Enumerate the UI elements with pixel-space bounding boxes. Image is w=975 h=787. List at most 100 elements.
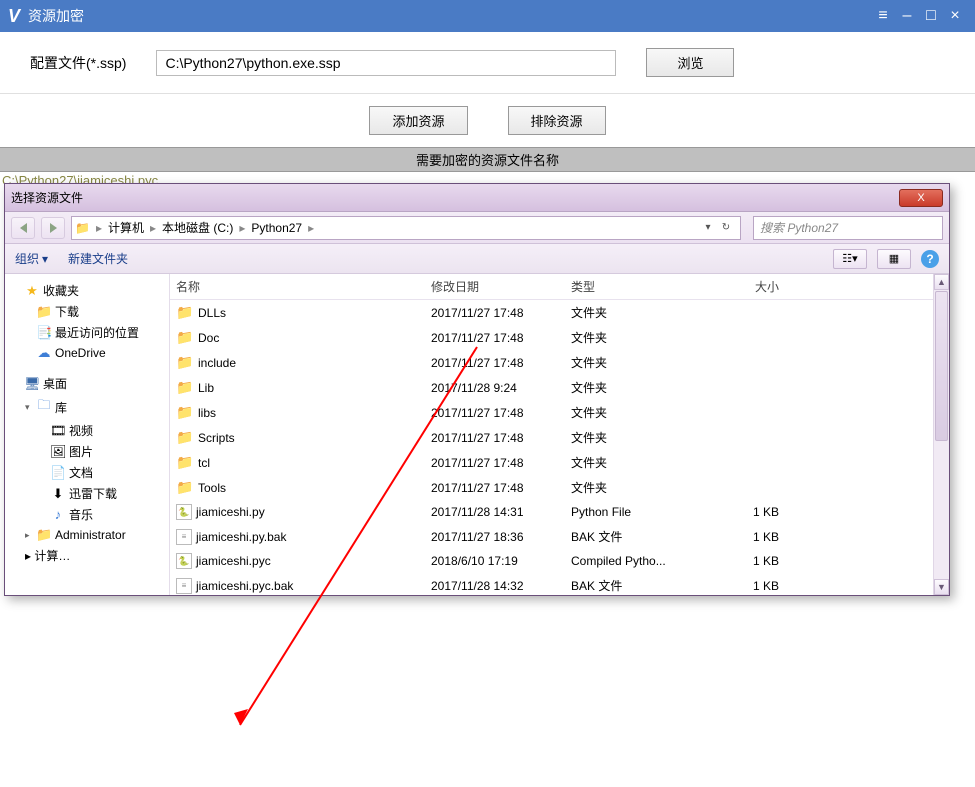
close-button[interactable]: × [943, 7, 967, 25]
tree-recent[interactable]: 📑最近访问的位置 [7, 322, 167, 343]
file-row[interactable]: 📁libs2017/11/27 17:48文件夹 [170, 400, 949, 425]
file-date: 2017/11/28 9:24 [425, 377, 565, 399]
file-name: Scripts [198, 431, 235, 445]
file-size [705, 384, 785, 392]
app-title: 资源加密 [28, 6, 84, 26]
tree-desktop[interactable]: 🖥桌面 [7, 373, 167, 394]
folder-icon: 📁 [176, 354, 194, 371]
file-type: 文件夹 [565, 375, 705, 400]
search-input[interactable]: 搜索 Python27 [753, 216, 943, 240]
file-row[interactable]: ≡jiamiceshi.py.bak2017/11/27 18:36BAK 文件… [170, 524, 949, 549]
download-icon: ⬇ [50, 486, 66, 502]
pictures-icon: 🖼 [50, 444, 66, 460]
file-name: Lib [198, 381, 214, 395]
folder-icon: 📁 [36, 527, 52, 543]
dialog-nav: 📁 ▸ 计算机 ▸ 本地磁盘 (C:) ▸ Python27 ▸ ▾ ↻ 搜索 … [5, 212, 949, 244]
file-dialog: 选择资源文件 X 📁 ▸ 计算机 ▸ 本地磁盘 (C:) ▸ Python27 … [4, 183, 950, 596]
col-name[interactable]: 名称 [170, 274, 425, 299]
organize-button[interactable]: 组织 ▾ [15, 250, 48, 267]
file-row[interactable]: 📁Tools2017/11/27 17:48文件夹 [170, 475, 949, 500]
breadcrumb-folder[interactable]: Python27 [247, 221, 306, 235]
scrollbar[interactable]: ▲ ▼ [933, 274, 949, 595]
folder-icon: 📁 [176, 379, 194, 396]
browse-button[interactable]: 浏览 [646, 48, 734, 77]
tree-downloads[interactable]: 📁下载 [7, 301, 167, 322]
col-type[interactable]: 类型 [565, 274, 705, 299]
help-button[interactable]: ? [921, 250, 939, 268]
nav-back-button[interactable] [11, 217, 35, 239]
remove-resource-button[interactable]: 排除资源 [508, 106, 606, 135]
col-size[interactable]: 大小 [705, 274, 785, 299]
video-icon: 🎞 [50, 423, 66, 439]
file-type: 文件夹 [565, 475, 705, 500]
tree-favorites[interactable]: ★收藏夹 [7, 280, 167, 301]
breadcrumb-drop-button[interactable]: ▾ [700, 220, 716, 236]
file-date: 2017/11/27 17:48 [425, 352, 565, 374]
tree-music[interactable]: ♪音乐 [7, 504, 167, 525]
nav-forward-button[interactable] [41, 217, 65, 239]
file-name: include [198, 356, 236, 370]
file-type: 文件夹 [565, 300, 705, 325]
add-resource-button[interactable]: 添加资源 [369, 106, 467, 135]
tree-more[interactable]: ▸ 计算… [7, 545, 167, 566]
file-row[interactable]: 🐍jiamiceshi.py2017/11/28 14:31Python Fil… [170, 500, 949, 524]
text-file-icon: ≡ [176, 578, 192, 594]
tree-administrator[interactable]: ▸📁Administrator [7, 525, 167, 545]
breadcrumb-root[interactable]: 计算机 [104, 219, 148, 236]
breadcrumb-drive[interactable]: 本地磁盘 (C:) [158, 219, 237, 236]
scroll-down-button[interactable]: ▼ [934, 579, 949, 595]
maximize-button[interactable]: □ [919, 7, 943, 25]
tree-thunder[interactable]: ⬇迅雷下载 [7, 483, 167, 504]
file-row[interactable]: 📁include2017/11/27 17:48文件夹 [170, 350, 949, 375]
file-type: Compiled Pytho... [565, 550, 705, 572]
file-size [705, 309, 785, 317]
file-row[interactable]: 📁 Lib 2017/11/28 9:24文件夹 [170, 375, 949, 400]
file-date: 2018/6/10 17:19 [425, 550, 565, 572]
tree-pictures[interactable]: 🖼图片 [7, 441, 167, 462]
file-date: 2017/11/27 17:48 [425, 452, 565, 474]
file-name: jiamiceshi.pyc.bak [196, 579, 293, 593]
file-row[interactable]: 🐍jiamiceshi.pyc2018/6/10 17:19Compiled P… [170, 549, 949, 573]
new-folder-button[interactable]: 新建文件夹 [68, 250, 128, 267]
file-row[interactable]: 📁tcl2017/11/27 17:48文件夹 [170, 450, 949, 475]
file-date: 2017/11/27 17:48 [425, 302, 565, 324]
scroll-thumb[interactable] [935, 291, 948, 441]
file-row[interactable]: 📁Doc2017/11/27 17:48文件夹 [170, 325, 949, 350]
refresh-button[interactable]: ↻ [718, 220, 734, 236]
arrow-right-icon [50, 223, 57, 233]
menu-icon[interactable]: ≡ [871, 7, 895, 25]
documents-icon: 📄 [50, 465, 66, 481]
config-path-input[interactable] [156, 50, 616, 76]
file-row[interactable]: 📁Scripts2017/11/27 17:48文件夹 [170, 425, 949, 450]
file-row[interactable]: 📁DLLs2017/11/27 17:48文件夹 [170, 300, 949, 325]
minimize-button[interactable]: – [895, 7, 919, 25]
python-file-icon: 🐍 [176, 504, 192, 520]
file-row[interactable]: ≡jiamiceshi.pyc.bak2017/11/28 14:32BAK 文… [170, 573, 949, 595]
dialog-titlebar[interactable]: 选择资源文件 X [5, 184, 949, 212]
view-mode-button[interactable]: ☷ ▾ [833, 249, 867, 269]
folder-icon: 📁 [176, 304, 194, 321]
scroll-up-button[interactable]: ▲ [934, 274, 949, 290]
tree-documents[interactable]: 📄文档 [7, 462, 167, 483]
file-size [705, 334, 785, 342]
tree-videos[interactable]: 🎞视频 [7, 420, 167, 441]
file-size [705, 409, 785, 417]
desktop-icon: 🖥 [24, 376, 40, 392]
breadcrumb[interactable]: 📁 ▸ 计算机 ▸ 本地磁盘 (C:) ▸ Python27 ▸ ▾ ↻ [71, 216, 741, 240]
file-type: 文件夹 [565, 400, 705, 425]
config-row: 配置文件(*.ssp) 浏览 [0, 32, 975, 94]
tree-onedrive[interactable]: ☁OneDrive [7, 343, 167, 363]
folder-icon: 📁 [176, 404, 194, 421]
col-date[interactable]: 修改日期 [425, 274, 565, 299]
tree-libraries[interactable]: ▾🗀库 [7, 394, 167, 420]
folder-icon: 📁 [176, 429, 194, 446]
cloud-icon: ☁ [36, 345, 52, 361]
star-icon: ★ [24, 283, 40, 299]
file-name: jiamiceshi.py [196, 505, 265, 519]
dialog-close-button[interactable]: X [899, 189, 943, 207]
file-size [705, 484, 785, 492]
folder-icon: 📁 [176, 454, 194, 471]
section-header: 需要加密的资源文件名称 [0, 147, 975, 172]
preview-pane-button[interactable]: ▦ [877, 249, 911, 269]
file-name: jiamiceshi.py.bak [196, 530, 286, 544]
